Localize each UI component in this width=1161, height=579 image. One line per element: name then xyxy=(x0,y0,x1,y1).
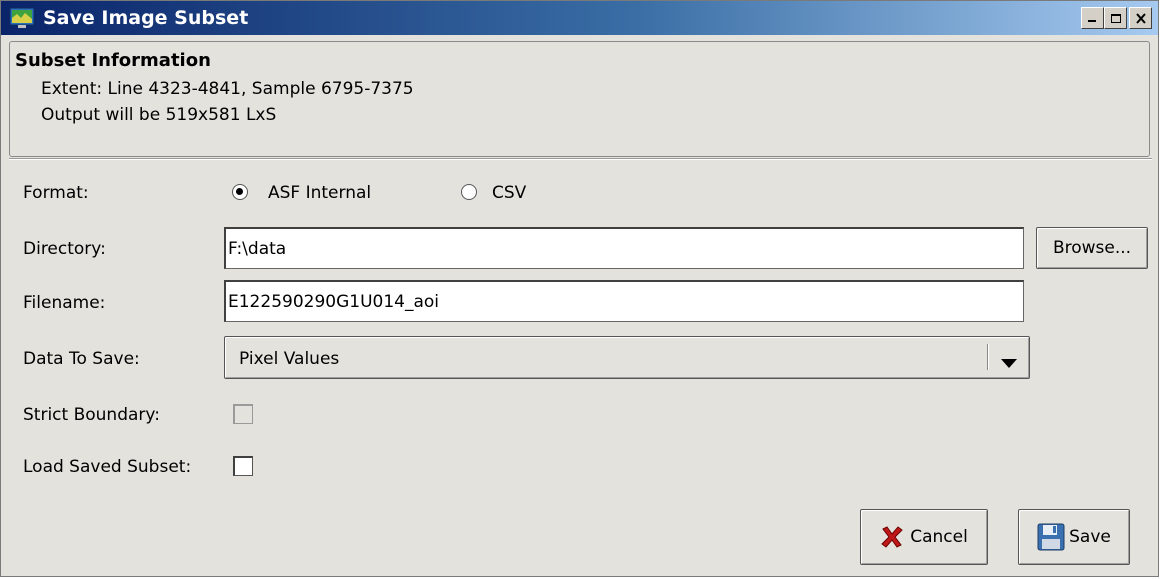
window-controls xyxy=(1081,7,1152,29)
chevron-down-icon[interactable] xyxy=(1001,354,1017,374)
data-to-save-label: Data To Save: xyxy=(23,349,140,369)
format-csv-radio[interactable] xyxy=(461,184,477,200)
minimize-icon[interactable] xyxy=(1081,7,1104,29)
cancel-button-label: Cancel xyxy=(910,527,968,547)
filename-label: Filename: xyxy=(23,293,106,313)
load-saved-subset-label: Load Saved Subset: xyxy=(23,457,192,477)
title-bar[interactable]: Save Image Subset xyxy=(1,1,1158,35)
data-to-save-value: Pixel Values xyxy=(239,349,340,369)
cancel-x-icon xyxy=(880,525,904,549)
load-saved-subset-checkbox[interactable] xyxy=(233,456,253,476)
app-icon xyxy=(9,6,35,30)
save-button[interactable]: Save xyxy=(1018,509,1130,565)
format-label: Format: xyxy=(23,183,89,203)
data-to-save-dropdown[interactable]: Pixel Values xyxy=(224,336,1030,379)
extent-text: Extent: Line 4323-4841, Sample 6795-7375 xyxy=(41,79,414,99)
format-asf-internal-radio[interactable] xyxy=(232,184,248,200)
maximize-icon[interactable] xyxy=(1104,7,1127,29)
directory-input[interactable]: F:\data xyxy=(224,227,1024,269)
filename-input[interactable]: E122590290G1U014_aoi xyxy=(224,280,1024,322)
close-icon[interactable] xyxy=(1129,7,1152,29)
separator xyxy=(9,158,1152,160)
cancel-button[interactable]: Cancel xyxy=(860,509,988,565)
browse-button[interactable]: Browse... xyxy=(1036,227,1148,269)
window-title: Save Image Subset xyxy=(43,7,249,29)
save-image-subset-dialog: Save Image Subset Subset Information Ext… xyxy=(0,0,1159,577)
strict-boundary-label: Strict Boundary: xyxy=(23,405,160,425)
output-size-text: Output will be 519x581 LxS xyxy=(41,105,277,125)
save-button-label: Save xyxy=(1069,527,1111,547)
directory-label: Directory: xyxy=(23,239,106,259)
subset-information-legend: Subset Information xyxy=(13,50,213,71)
format-csv-label[interactable]: CSV xyxy=(492,183,526,203)
format-asf-internal-label[interactable]: ASF Internal xyxy=(268,183,371,203)
floppy-disk-icon xyxy=(1037,523,1065,551)
dropdown-divider xyxy=(987,344,989,370)
strict-boundary-checkbox[interactable] xyxy=(233,404,253,424)
